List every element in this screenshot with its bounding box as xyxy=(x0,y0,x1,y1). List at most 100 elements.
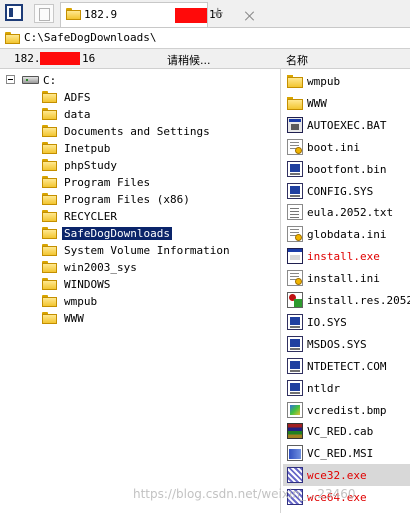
system-file-icon xyxy=(287,357,303,374)
tree-folder-label: WINDOWS xyxy=(64,278,111,291)
folder-icon xyxy=(42,227,57,239)
tree-folder-item[interactable]: wmpub xyxy=(42,293,272,310)
folder-icon xyxy=(42,159,57,171)
tree-folder-item[interactable]: Documents and Settings xyxy=(42,123,272,140)
system-file-icon xyxy=(287,335,303,352)
system-file-icon xyxy=(287,313,303,330)
tree-folder-item[interactable]: Program Files xyxy=(42,174,272,191)
file-name: VC_RED.cab xyxy=(307,425,374,439)
folder-icon xyxy=(42,142,57,154)
tree-folder-item[interactable]: Program Files (x86) xyxy=(42,191,272,208)
tree-folder-label: Program Files (x86) xyxy=(64,193,190,206)
folder-icon xyxy=(42,125,57,137)
sidebar-toggle-button[interactable] xyxy=(5,4,23,21)
folder-icon xyxy=(287,73,303,89)
file-name: install.res.2052. xyxy=(307,294,410,307)
tree-folder-item[interactable]: win2003_sys xyxy=(42,259,272,276)
file-name: AUTOEXEC.BAT xyxy=(307,118,387,132)
file-name: bootfont.bin xyxy=(307,162,387,176)
file-name: install.exe xyxy=(307,250,380,264)
tree-drive-c[interactable]: C: xyxy=(6,72,206,88)
file-list-item[interactable]: VC_RED.MSI xyxy=(283,442,410,464)
file-list-item[interactable]: wce32.exe xyxy=(283,464,410,487)
folder-icon xyxy=(287,95,303,111)
exe-file-icon xyxy=(287,248,303,265)
file-name: VC_RED.MSI xyxy=(307,447,374,461)
file-name: boot.ini xyxy=(307,140,360,154)
file-list-item[interactable]: AUTOEXEC.BAT xyxy=(283,114,410,136)
file-name: IO.SYS xyxy=(307,315,347,329)
tree-folder-item[interactable]: WWW xyxy=(42,310,272,327)
tree-folder-label: System Volume Information xyxy=(64,244,230,257)
file-list-item[interactable]: bootfont.bin xyxy=(283,158,410,180)
tree-folder-label: data xyxy=(64,108,91,121)
file-list-item[interactable]: install.ini xyxy=(283,267,410,289)
file-list-item[interactable]: ntldr xyxy=(283,377,410,399)
folder-icon xyxy=(42,210,57,222)
ini-file-icon xyxy=(287,138,303,155)
file-name: install.ini xyxy=(307,272,380,286)
file-list-item[interactable]: NTDETECT.COM xyxy=(283,355,410,377)
folder-icon xyxy=(42,261,57,273)
new-tab-icon[interactable] xyxy=(34,4,54,23)
tree-folder-item[interactable]: RECYCLER xyxy=(42,208,272,225)
file-list-item[interactable]: MSDOS.SYS xyxy=(283,333,410,355)
batch-file-icon xyxy=(287,116,303,133)
folder-icon xyxy=(42,278,57,290)
tree-folder-label: ADFS xyxy=(64,91,91,104)
tab-label: 182.9 xyxy=(84,8,118,21)
folder-icon xyxy=(5,32,20,44)
file-list-item[interactable]: vcredist.bmp xyxy=(283,399,410,421)
tree-folder-label: win2003_sys xyxy=(64,261,137,274)
file-name: wce32.exe xyxy=(307,469,367,483)
tab-bar: 182.9 16 + xyxy=(0,0,410,28)
address-bar[interactable]: C:\SafeDogDownloads\ xyxy=(0,28,410,49)
pane-divider[interactable] xyxy=(280,68,281,513)
tree-folder-label: RECYCLER xyxy=(64,210,117,223)
tree-folder-item[interactable]: ADFS xyxy=(42,89,272,106)
address-path[interactable]: C:\SafeDogDownloads\ xyxy=(24,31,156,44)
file-list-item[interactable]: install.exe xyxy=(283,245,410,267)
folder-icon xyxy=(42,193,57,205)
system-file-icon xyxy=(287,379,303,396)
file-name: WWW xyxy=(307,96,327,110)
bitmap-file-icon xyxy=(287,401,303,418)
file-list-item[interactable]: IO.SYS xyxy=(283,311,410,333)
ini-file-icon xyxy=(287,226,303,243)
collapse-icon[interactable] xyxy=(6,75,15,84)
redaction-mark xyxy=(40,52,80,65)
tree-folder-label: WWW xyxy=(64,312,84,325)
tree-folder-item[interactable]: phpStudy xyxy=(42,157,272,174)
file-list-item[interactable]: eula.2052.txt xyxy=(283,201,410,223)
ini-file-icon xyxy=(287,270,303,287)
file-list-item[interactable]: globdata.ini xyxy=(283,223,410,245)
tree-folder-item[interactable]: data xyxy=(42,106,272,123)
tab-server[interactable]: 182.9 16 xyxy=(60,2,222,27)
tree-folder-item[interactable]: SafeDogDownloads xyxy=(42,225,272,242)
file-list-item[interactable]: boot.ini xyxy=(283,136,410,158)
file-name: globdata.ini xyxy=(307,228,387,242)
file-list-item[interactable]: install.res.2052. xyxy=(283,289,410,311)
tree-folder-label: wmpub xyxy=(64,295,98,308)
folder-icon xyxy=(66,8,81,20)
add-tab-button[interactable]: + xyxy=(211,3,224,22)
file-list-item[interactable]: VC_RED.cab xyxy=(283,420,410,442)
tree-folder-item[interactable]: WINDOWS xyxy=(42,276,272,293)
column-header-name[interactable]: 名称 xyxy=(286,52,308,68)
file-name: vcredist.bmp xyxy=(307,403,387,417)
tree-folder-item[interactable]: Inetpub xyxy=(42,140,272,157)
loading-text: 请稍候... xyxy=(167,54,211,67)
tree-folder-label: SafeDogDownloads xyxy=(62,227,172,240)
file-name: MSDOS.SYS xyxy=(307,337,367,351)
redaction-mark xyxy=(175,8,207,23)
file-list-item[interactable]: CONFIG.SYS xyxy=(283,180,410,202)
file-name: ntldr xyxy=(307,381,341,395)
file-list-item[interactable]: wmpub xyxy=(283,70,410,92)
folder-icon xyxy=(42,244,57,256)
close-icon[interactable] xyxy=(244,10,256,22)
folder-icon xyxy=(42,295,57,307)
tree-folder-label: Program Files xyxy=(64,176,151,189)
system-file-icon xyxy=(287,160,303,177)
file-list-item[interactable]: WWW xyxy=(283,92,410,114)
tree-folder-item[interactable]: System Volume Information xyxy=(42,242,272,259)
